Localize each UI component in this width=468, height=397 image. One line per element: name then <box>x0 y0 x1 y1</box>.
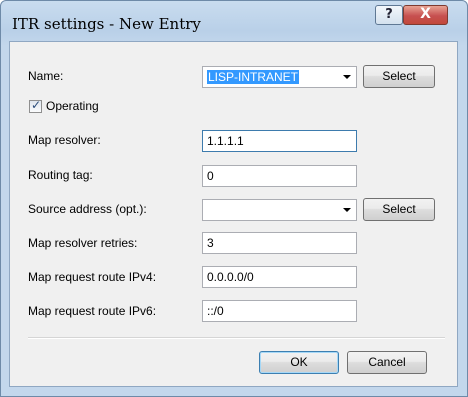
routing-tag-input[interactable]: 0 <box>202 165 357 187</box>
chevron-down-icon[interactable] <box>343 208 351 212</box>
title-bar[interactable]: ITR settings - New Entry ? X <box>1 1 467 41</box>
separator <box>28 337 445 339</box>
route-ipv6-label: Map request route IPv6: <box>28 304 157 318</box>
map-resolver-label: Map resolver: <box>28 133 101 147</box>
name-select-button[interactable]: Select <box>363 65 435 88</box>
operating-label[interactable]: Operating <box>46 99 99 113</box>
retries-input[interactable]: 3 <box>202 232 357 254</box>
source-address-label: Source address (opt.): <box>28 202 147 216</box>
route-ipv4-input[interactable]: 0.0.0.0/0 <box>202 266 357 288</box>
ok-button[interactable]: OK <box>259 351 339 374</box>
dialog-window: ITR settings - New Entry ? X Name: LISP-… <box>0 0 468 397</box>
source-address-combobox[interactable] <box>202 199 357 221</box>
close-button[interactable]: X <box>403 5 448 25</box>
window-title: ITR settings - New Entry <box>12 15 201 33</box>
name-label: Name: <box>28 69 64 83</box>
map-resolver-input[interactable]: 1.1.1.1 <box>202 130 357 152</box>
close-icon: X <box>420 6 431 22</box>
routing-tag-label: Routing tag: <box>28 168 93 182</box>
name-value: LISP-INTRANET <box>207 70 300 84</box>
name-combobox[interactable]: LISP-INTRANET <box>202 66 357 88</box>
checkmark-icon: ✓ <box>31 98 42 112</box>
retries-label: Map resolver retries: <box>28 236 138 250</box>
route-ipv6-input[interactable]: ::/0 <box>202 300 357 322</box>
chevron-down-icon[interactable] <box>343 75 351 79</box>
cancel-button[interactable]: Cancel <box>347 351 427 374</box>
operating-checkbox[interactable]: ✓ <box>29 98 42 113</box>
dialog-body: Name: LISP-INTRANET Select ✓ Operating M… <box>9 41 458 387</box>
help-button[interactable]: ? <box>375 5 403 25</box>
route-ipv4-label: Map request route IPv4: <box>28 270 157 284</box>
source-select-button[interactable]: Select <box>363 198 435 221</box>
help-icon: ? <box>385 7 393 22</box>
